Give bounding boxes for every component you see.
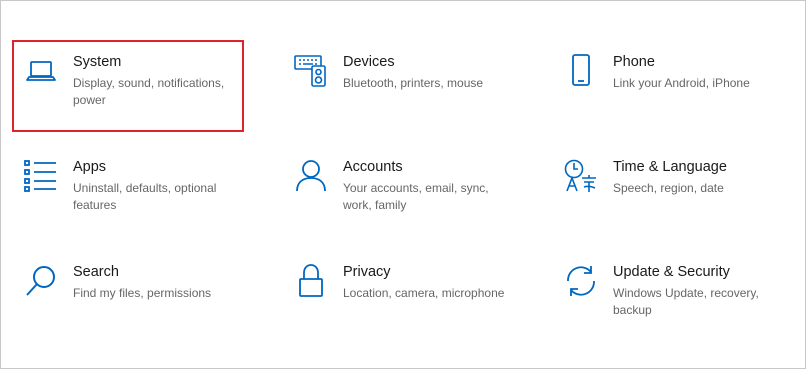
apps-list-icon (23, 158, 59, 194)
settings-tile-search[interactable]: Search Find my files, permissions (23, 263, 253, 343)
tile-description: Your accounts, email, sync, work, family (343, 181, 489, 212)
tile-description: Windows Update, recovery, backup (613, 286, 759, 317)
tile-description: Bluetooth, printers, mouse (343, 76, 484, 90)
tile-title: Devices (343, 54, 395, 70)
tile-title: Privacy (343, 264, 391, 280)
settings-tile-time-language[interactable]: Time & Language Speech, region, date (563, 158, 793, 238)
clock-language-icon (563, 158, 599, 194)
tile-title: Accounts (343, 159, 403, 175)
tile-description: Display, sound, notifications, power (73, 76, 225, 107)
search-icon (23, 263, 59, 299)
tile-description: Find my files, permissions (73, 286, 212, 300)
settings-tile-privacy[interactable]: Privacy Location, camera, microphone (293, 263, 523, 343)
sync-arrows-icon (563, 263, 599, 299)
settings-tile-phone[interactable]: Phone Link your Android, iPhone (563, 53, 793, 133)
person-icon (293, 158, 329, 194)
settings-tile-devices[interactable]: Devices Bluetooth, printers, mouse (293, 53, 523, 133)
tile-title: Search (73, 264, 119, 280)
tile-title: Apps (73, 159, 107, 175)
settings-window: System Display, sound, notifications, po… (0, 0, 806, 369)
tile-description: Speech, region, date (613, 181, 724, 195)
laptop-icon (23, 53, 59, 89)
settings-tile-accounts[interactable]: Accounts Your accounts, email, sync, wor… (293, 158, 523, 238)
lock-icon (293, 263, 329, 299)
phone-icon (563, 53, 599, 89)
tile-description: Link your Android, iPhone (613, 76, 750, 90)
settings-tile-update-security[interactable]: Update & Security Windows Update, recove… (563, 263, 793, 343)
keyboard-speaker-icon (293, 53, 329, 89)
settings-tile-system[interactable]: System Display, sound, notifications, po… (23, 53, 253, 133)
tile-title: Update & Security (613, 264, 730, 280)
tile-description: Location, camera, microphone (343, 286, 505, 300)
tile-description: Uninstall, defaults, optional features (73, 181, 217, 212)
tile-title: System (73, 54, 122, 70)
tile-title: Time & Language (613, 159, 727, 175)
tile-title: Phone (613, 54, 655, 70)
settings-tile-apps[interactable]: Apps Uninstall, defaults, optional featu… (23, 158, 253, 238)
